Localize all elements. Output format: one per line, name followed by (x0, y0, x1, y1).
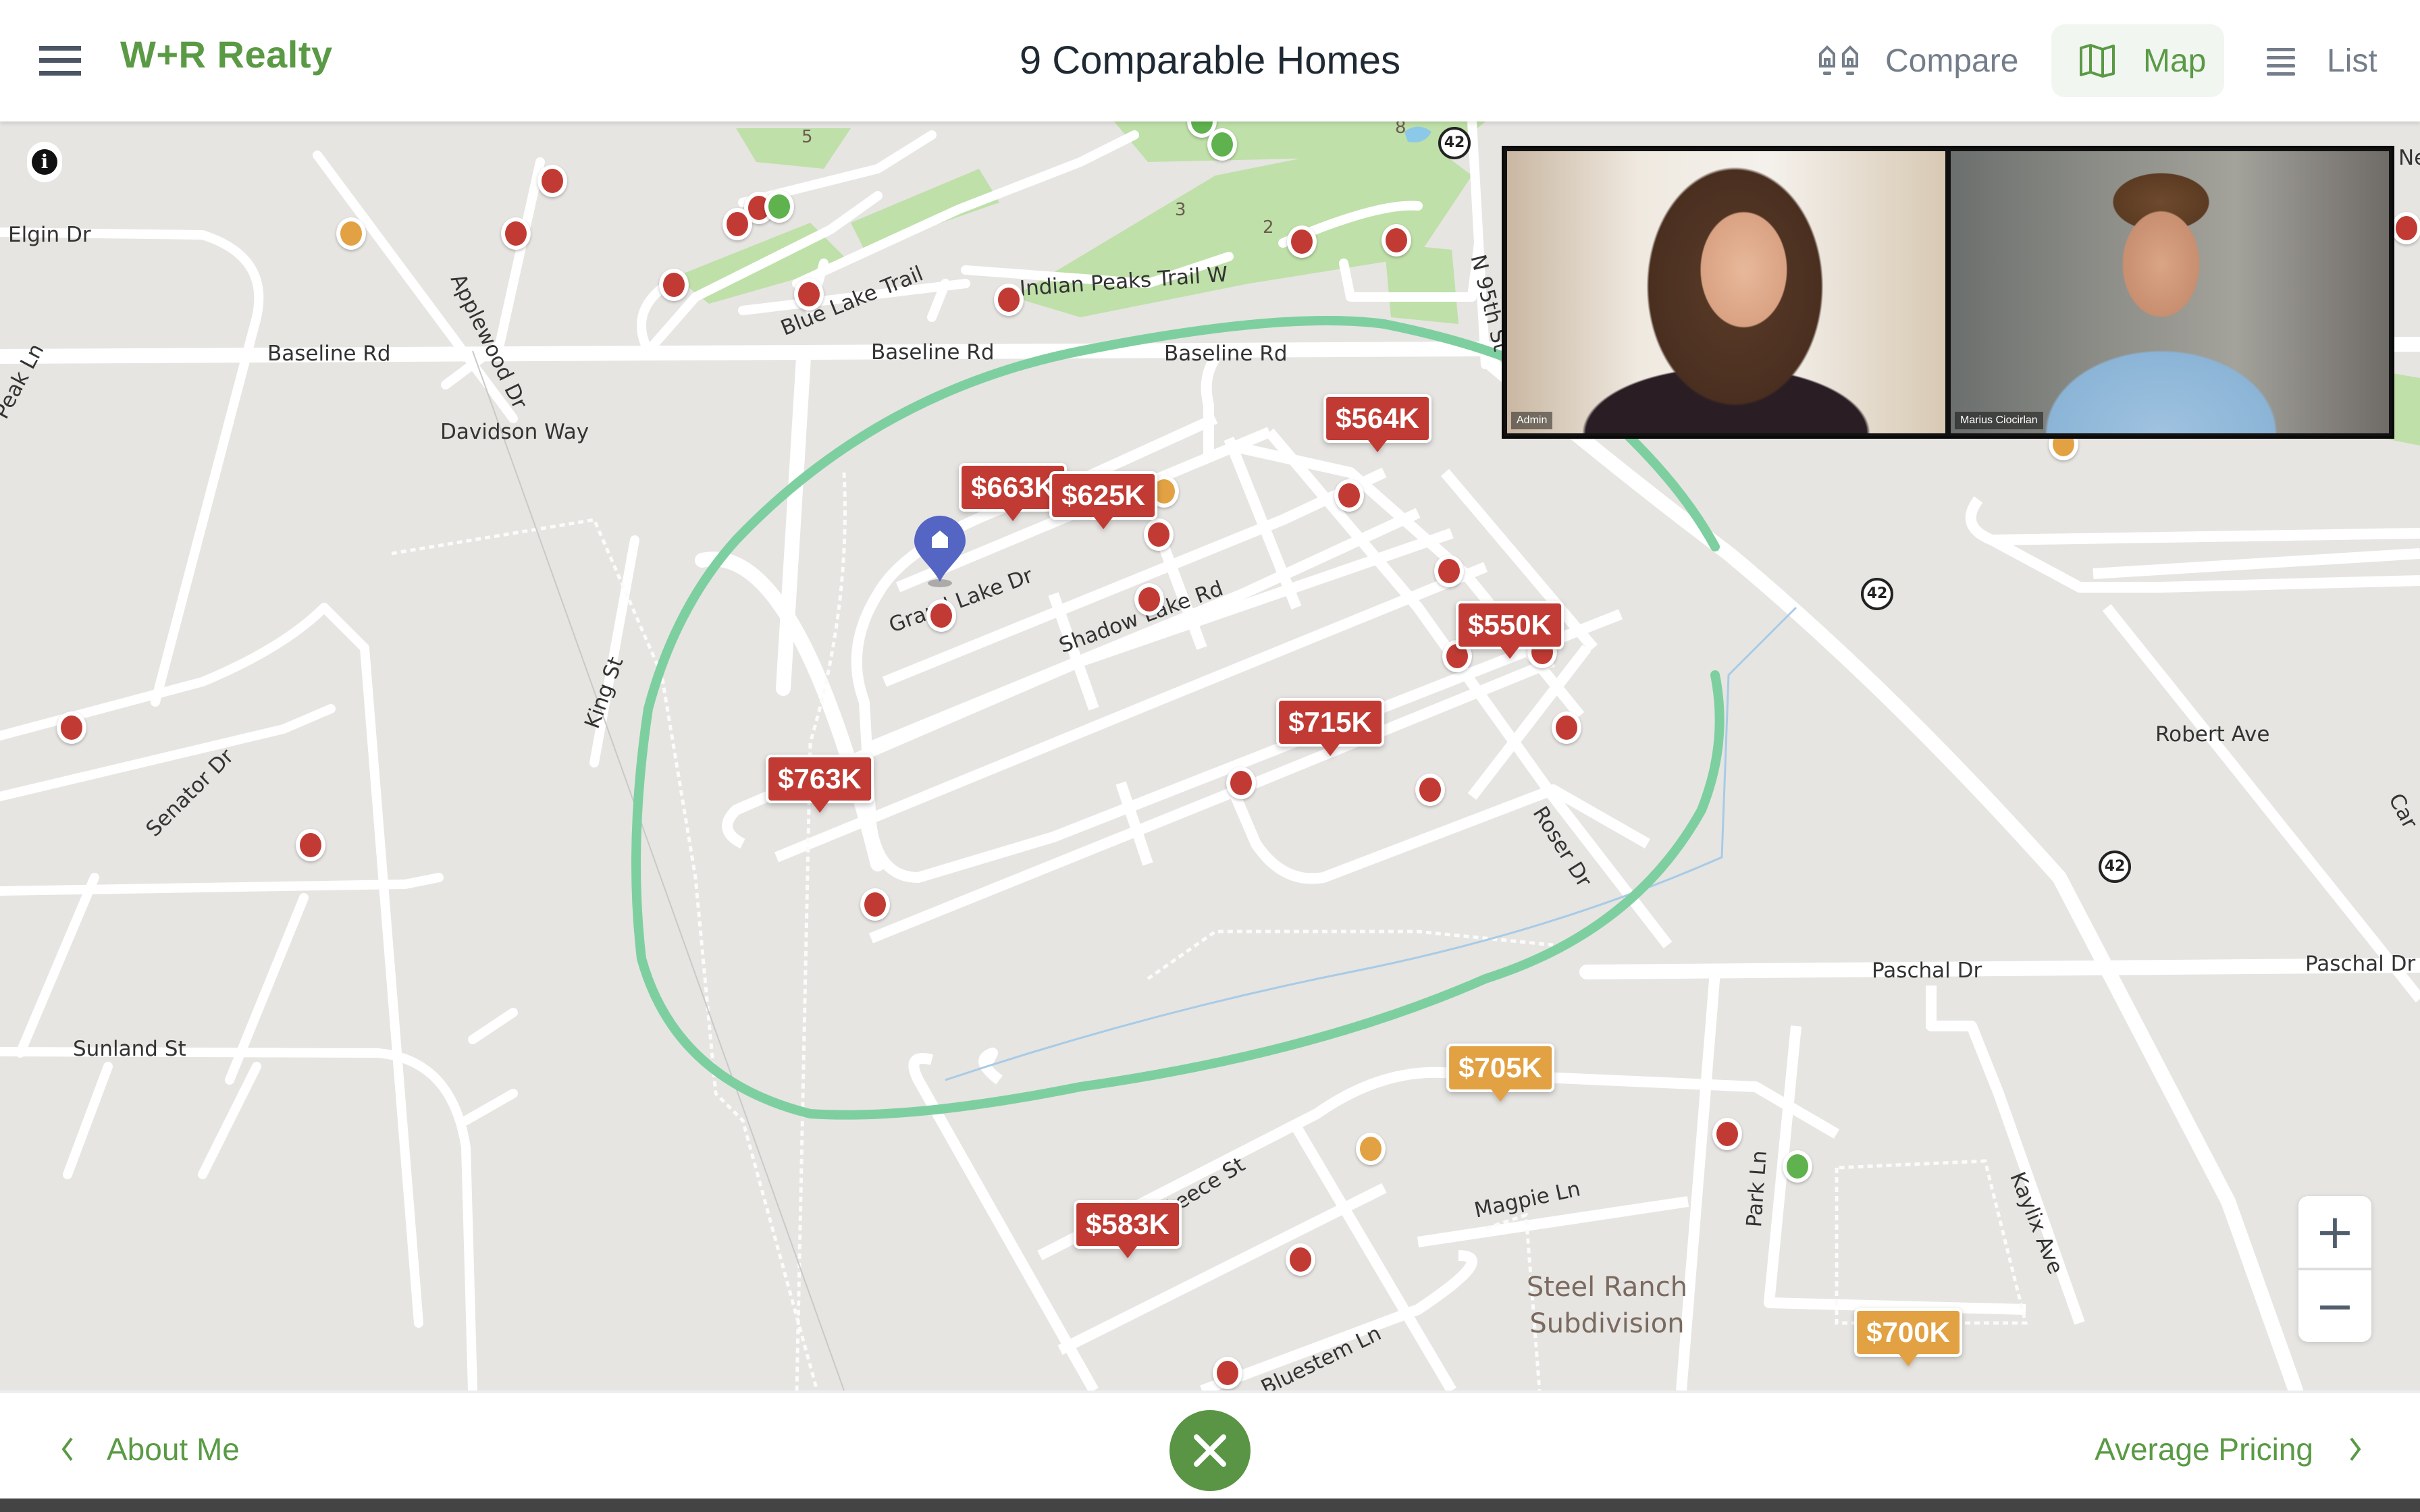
tab-map-label: Map (2143, 43, 2207, 79)
price-marker[interactable]: $705K (1446, 1044, 1554, 1102)
price-marker[interactable]: $700K (1854, 1308, 1962, 1366)
participant-video (1507, 151, 1945, 433)
participant-name: Admin (1511, 412, 1553, 429)
next-section-label: Average Pricing (2095, 1432, 2313, 1467)
street-label: Robert Ave (2155, 722, 2270, 747)
property-dot-sold[interactable] (1213, 1357, 1242, 1389)
street-label: Ne (2398, 146, 2420, 170)
property-dot-sold[interactable] (537, 165, 567, 197)
participant-name: Marius Ciocirlan (1955, 412, 2043, 429)
property-dot-sold[interactable] (1286, 1243, 1315, 1276)
subject-home-pin[interactable] (913, 516, 967, 590)
street-label: Baseline Rd (871, 340, 995, 364)
zoom-in-button[interactable]: + (2298, 1196, 2371, 1268)
close-icon (1194, 1434, 1226, 1467)
property-dot-sold[interactable] (57, 711, 86, 744)
property-dot-active[interactable] (764, 190, 794, 223)
next-section-button[interactable]: Average Pricing (2095, 1431, 2363, 1467)
price-marker[interactable]: $583K (1074, 1200, 1182, 1258)
info-icon[interactable]: i (27, 142, 62, 182)
video-tile[interactable]: Admin (1507, 151, 1945, 433)
golf-hole-label: 2 (1263, 217, 1274, 238)
bottom-strip (0, 1498, 2420, 1512)
property-dot-pending[interactable] (1356, 1133, 1386, 1165)
street-label: Baseline Rd (267, 342, 391, 366)
street-label: Davidson Way (440, 420, 589, 444)
highway-shield: 42 (1438, 127, 1471, 159)
tab-map[interactable]: Map (2051, 24, 2224, 97)
zoom-out-button[interactable]: − (2298, 1270, 2371, 1342)
price-marker[interactable]: $715K (1276, 698, 1384, 756)
property-dot-sold[interactable] (860, 888, 890, 921)
video-tile[interactable]: Marius Ciocirlan (1951, 151, 2389, 433)
highway-shield: 42 (2099, 850, 2131, 883)
tab-list[interactable]: List (2259, 24, 2408, 97)
map-icon (2076, 39, 2119, 82)
property-dot-sold[interactable] (296, 829, 325, 861)
hamburger-menu-icon[interactable] (39, 46, 81, 76)
subdivision-label: Steel Ranch Subdivision (1526, 1272, 1688, 1339)
street-label: Baseline Rd (1164, 342, 1288, 366)
property-dot-sold[interactable] (1334, 479, 1364, 512)
app-header: W+R Realty 9 Comparable Homes Compare Ma… (0, 0, 2420, 122)
brand-logo[interactable]: W+R Realty (120, 32, 333, 76)
golf-hole-label: 8 (1395, 122, 1406, 138)
property-dot-sold[interactable] (1287, 225, 1317, 258)
property-dot-sold[interactable] (1712, 1118, 1742, 1150)
tab-list-label: List (2327, 43, 2377, 79)
participant-video (1951, 151, 2389, 433)
street-label: Elgin Dr (8, 223, 91, 247)
property-dot-sold[interactable] (1134, 583, 1164, 616)
price-marker[interactable]: $550K (1456, 601, 1564, 659)
property-dot-sold[interactable] (994, 284, 1024, 316)
prev-section-label: About Me (107, 1432, 240, 1467)
price-marker[interactable]: $763K (766, 755, 874, 813)
highway-shield: 42 (1861, 578, 1893, 610)
chevron-right-icon (2350, 1437, 2361, 1461)
close-button[interactable] (1169, 1410, 1251, 1491)
street-label: Sunland St (73, 1037, 186, 1061)
list-icon (2259, 39, 2303, 82)
tab-compare-label: Compare (1885, 43, 2019, 79)
property-dot-sold[interactable] (722, 208, 752, 240)
property-dot-sold[interactable] (1226, 767, 1256, 799)
property-dot-sold[interactable] (1415, 774, 1445, 806)
property-dot-active[interactable] (1207, 128, 1237, 161)
chevron-left-icon (61, 1437, 73, 1461)
golf-hole-label: 3 (1175, 200, 1186, 220)
property-dot-pending[interactable] (336, 217, 366, 250)
property-dot-active[interactable] (1783, 1150, 1812, 1183)
price-marker[interactable]: $564K (1323, 394, 1431, 452)
page-title: 9 Comparable Homes (1019, 38, 1401, 82)
video-call-overlay[interactable]: Admin Marius Ciocirlan (1502, 146, 2394, 439)
prev-section-button[interactable]: About Me (59, 1431, 240, 1467)
property-dot-sold[interactable] (1382, 224, 1411, 256)
footer-nav: About Me Average Pricing (0, 1390, 2420, 1498)
property-dot-sold[interactable] (1552, 711, 1581, 744)
zoom-controls: + − (2298, 1196, 2371, 1342)
golf-hole-label: 5 (801, 127, 813, 147)
street-label: Paschal Dr (2305, 952, 2416, 976)
street-label: Paschal Dr (1872, 959, 1982, 983)
property-dot-sold[interactable] (1434, 555, 1464, 587)
property-dot-sold[interactable] (501, 217, 531, 250)
tab-compare[interactable]: Compare (1818, 24, 2034, 97)
property-dot-sold[interactable] (2392, 212, 2420, 244)
property-dot-sold[interactable] (926, 599, 956, 632)
property-dot-sold[interactable] (659, 269, 689, 301)
price-marker[interactable]: $625K (1049, 471, 1157, 529)
compare-houses-icon (1818, 39, 1861, 82)
property-dot-sold[interactable] (794, 278, 824, 310)
